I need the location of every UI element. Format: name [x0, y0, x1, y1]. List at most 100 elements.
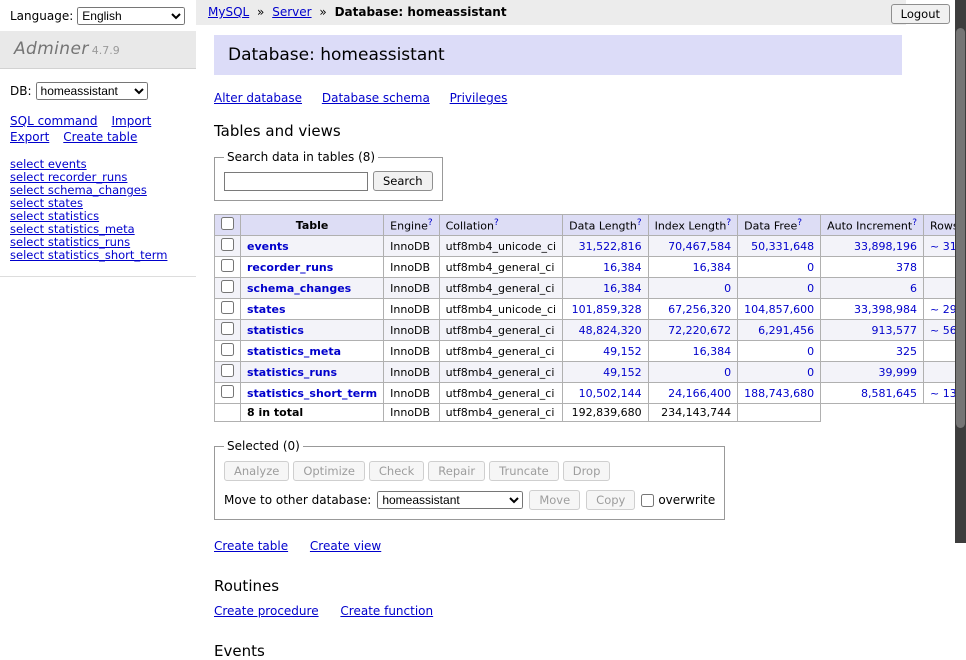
index-length-link[interactable]: 0 [724, 282, 731, 295]
sql-command-link[interactable]: SQL command [10, 114, 97, 128]
table-row: recorder_runs InnoDB utf8mb4_general_ci … [215, 257, 966, 278]
table-header-row: Table Engine? Collation? Data Length? In… [215, 215, 966, 236]
move-label: Move to other database: [224, 493, 371, 507]
column-header-index-length: Index Length? [648, 215, 738, 236]
auto-increment-link[interactable]: 39,999 [879, 366, 918, 379]
data-free-link[interactable]: 188,743,680 [744, 387, 814, 400]
table-link[interactable]: schema_changes [247, 282, 351, 295]
app-name-link[interactable]: Adminer [14, 39, 89, 59]
index-length-link[interactable]: 72,220,672 [668, 324, 731, 337]
check-button[interactable]: Check [369, 461, 424, 481]
overwrite-label[interactable]: overwrite [658, 493, 715, 507]
drop-button[interactable]: Drop [563, 461, 611, 481]
export-link[interactable]: Export [10, 130, 49, 144]
sidebar-table-list: select events select recorder_runs selec… [0, 154, 196, 277]
column-help-link[interactable]: ? [428, 218, 433, 228]
collation-cell: utf8mb4_general_ci [439, 278, 562, 299]
row-checkbox[interactable] [221, 343, 234, 356]
data-free-link[interactable]: 0 [807, 366, 814, 379]
move-database-select[interactable]: homeassistant [377, 491, 523, 509]
search-input[interactable] [224, 172, 368, 191]
row-checkbox[interactable] [221, 280, 234, 293]
create-table-link[interactable]: Create table [214, 539, 288, 553]
row-checkbox[interactable] [221, 259, 234, 272]
analyze-button[interactable]: Analyze [224, 461, 289, 481]
table-link[interactable]: events [247, 240, 289, 253]
table-link[interactable]: statistics [247, 324, 304, 337]
auto-increment-link[interactable]: 8,581,645 [861, 387, 917, 400]
create-function-link[interactable]: Create function [340, 604, 433, 618]
move-button[interactable]: Move [529, 490, 580, 510]
index-length-link[interactable]: 67,256,320 [668, 303, 731, 316]
language-select[interactable]: English [77, 7, 185, 25]
vertical-scrollbar[interactable] [955, 0, 966, 543]
data-free-link[interactable]: 0 [807, 282, 814, 295]
repair-button[interactable]: Repair [428, 461, 485, 481]
data-length-link[interactable]: 10,502,144 [579, 387, 642, 400]
table-link[interactable]: states [247, 303, 286, 316]
column-help-link[interactable]: ? [912, 218, 917, 228]
create-procedure-link[interactable]: Create procedure [214, 604, 319, 618]
data-length-link[interactable]: 16,384 [603, 261, 642, 274]
create-view-link[interactable]: Create view [310, 539, 381, 553]
data-length-link[interactable]: 48,824,320 [579, 324, 642, 337]
data-free-link[interactable]: 0 [807, 261, 814, 274]
page-title: Database: homeassistant [214, 35, 902, 75]
row-checkbox[interactable] [221, 385, 234, 398]
alter-database-link[interactable]: Alter database [214, 91, 302, 105]
database-schema-link[interactable]: Database schema [322, 91, 430, 105]
row-checkbox[interactable] [221, 322, 234, 335]
row-checkbox[interactable] [221, 301, 234, 314]
sidebar-select-statistics-short-term[interactable]: select statistics_short_term [10, 249, 186, 262]
row-checkbox[interactable] [221, 364, 234, 377]
index-length-link[interactable]: 16,384 [693, 345, 732, 358]
privileges-link[interactable]: Privileges [450, 91, 508, 105]
breadcrumb-driver-link[interactable]: MySQL [208, 5, 249, 19]
table-link[interactable]: statistics_meta [247, 345, 341, 358]
import-link[interactable]: Import [111, 114, 151, 128]
data-length-link[interactable]: 49,152 [603, 345, 642, 358]
check-all-checkbox[interactable] [221, 217, 234, 230]
data-free-link[interactable]: 50,331,648 [751, 240, 814, 253]
row-checkbox[interactable] [221, 238, 234, 251]
auto-increment-link[interactable]: 913,577 [872, 324, 918, 337]
data-free-link[interactable]: 104,857,600 [744, 303, 814, 316]
column-help-link[interactable]: ? [797, 218, 802, 228]
index-length-link[interactable]: 24,166,400 [668, 387, 731, 400]
copy-button[interactable]: Copy [586, 490, 635, 510]
data-length-link[interactable]: 16,384 [603, 282, 642, 295]
column-help-link[interactable]: ? [726, 218, 731, 228]
bulk-actions-row: Analyze Optimize Check Repair Truncate D… [224, 461, 715, 481]
column-help-link[interactable]: ? [637, 218, 642, 228]
data-free-link[interactable]: 6,291,456 [758, 324, 814, 337]
auto-increment-link[interactable]: 33,898,196 [854, 240, 917, 253]
data-length-link[interactable]: 49,152 [603, 366, 642, 379]
table-link[interactable]: statistics_short_term [247, 387, 377, 400]
engine-cell: InnoDB [384, 341, 439, 362]
scrollbar-thumb[interactable] [956, 28, 965, 428]
truncate-button[interactable]: Truncate [489, 461, 559, 481]
index-length-link[interactable]: 0 [724, 366, 731, 379]
table-link[interactable]: statistics_runs [247, 366, 337, 379]
data-length-link[interactable]: 31,522,816 [579, 240, 642, 253]
collation-cell: utf8mb4_general_ci [439, 341, 562, 362]
table-link[interactable]: recorder_runs [247, 261, 333, 274]
search-button[interactable]: Search [373, 171, 433, 191]
index-length-link[interactable]: 70,467,584 [668, 240, 731, 253]
auto-increment-link[interactable]: 378 [896, 261, 917, 274]
auto-increment-link[interactable]: 33,398,984 [854, 303, 917, 316]
logout-button[interactable]: Logout [891, 4, 950, 24]
auto-increment-link[interactable]: 325 [896, 345, 917, 358]
index-length-link[interactable]: 16,384 [693, 261, 732, 274]
data-free-link[interactable]: 0 [807, 345, 814, 358]
breadcrumb-server-link[interactable]: Server [272, 5, 311, 19]
sidebar: Language:English Adminer4.7.9 DB:homeass… [0, 0, 196, 543]
data-length-link[interactable]: 101,859,328 [572, 303, 642, 316]
db-select[interactable]: homeassistant [36, 82, 148, 100]
auto-increment-link[interactable]: 6 [910, 282, 917, 295]
tables-overview-table: Table Engine? Collation? Data Length? In… [214, 214, 966, 422]
create-table-sidebar-link[interactable]: Create table [63, 130, 137, 144]
column-help-link[interactable]: ? [494, 218, 499, 228]
optimize-button[interactable]: Optimize [293, 461, 365, 481]
overwrite-checkbox[interactable] [641, 494, 654, 507]
